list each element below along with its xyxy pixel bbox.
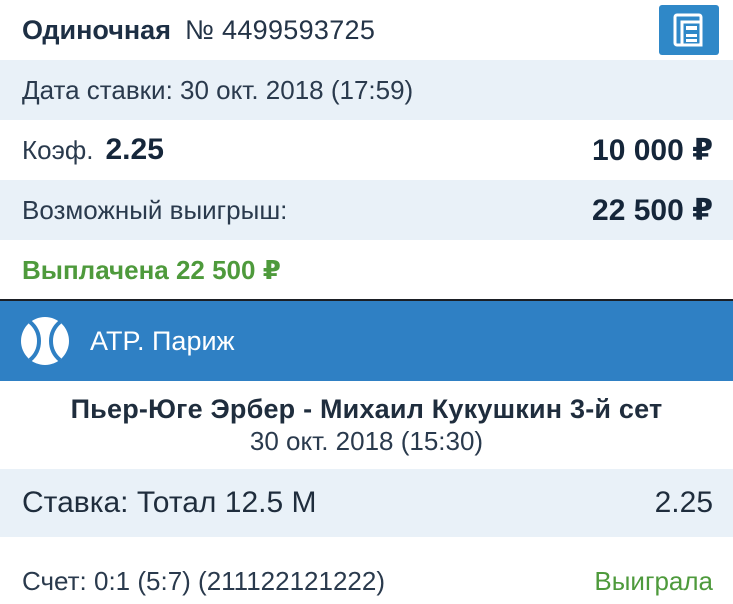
match-info: Пьер-Юге Эрбер - Михаил Кукушкин 3-й сет… bbox=[0, 381, 733, 469]
possible-win-label: Возможный выигрыш: bbox=[22, 194, 288, 225]
match-name: Пьер-Юге Эрбер - Михаил Кукушкин 3-й сет bbox=[70, 394, 663, 424]
score-text: Счет: 0:1 (5:7) (211122121222) bbox=[22, 565, 386, 596]
coef-label: Коэф. bbox=[22, 135, 94, 165]
bet-date: Дата ставки: 30 окт. 2018 (17:59) bbox=[0, 60, 733, 120]
coef-group: Коэф. 2.25 bbox=[22, 133, 164, 167]
receipt-button[interactable] bbox=[659, 5, 719, 55]
bet-header: Одиночная № 4499593725 bbox=[0, 0, 733, 60]
tournament-name: ATP. Париж bbox=[90, 325, 235, 356]
match-date: 30 окт. 2018 (15:30) bbox=[249, 426, 484, 456]
possible-win-row: Возможный выигрыш: 22 500 ₽ bbox=[0, 180, 733, 240]
bet-header-title: Одиночная № 4499593725 bbox=[22, 15, 375, 46]
coef-row: Коэф. 2.25 10 000 ₽ bbox=[0, 120, 733, 180]
bet-type: Одиночная bbox=[22, 14, 171, 45]
outcome-row: Ставка: Тотал 12.5 М 2.25 bbox=[0, 469, 733, 537]
event-header[interactable]: ATP. Париж bbox=[0, 301, 733, 381]
outcome-label: Ставка: Тотал 12.5 М bbox=[22, 486, 317, 519]
possible-win-value: 22 500 ₽ bbox=[592, 193, 713, 227]
result-badge: Выиграла bbox=[594, 565, 713, 596]
score-row: Счет: 0:1 (5:7) (211122121222) Выиграла bbox=[0, 551, 733, 604]
receipt-icon bbox=[673, 13, 703, 47]
tennis-ball-icon bbox=[21, 317, 69, 365]
bet-card: Одиночная № 4499593725 Дата ставки: 30 о… bbox=[0, 0, 733, 604]
stake-amount: 10 000 ₽ bbox=[592, 133, 713, 167]
coef-value: 2.25 bbox=[105, 133, 164, 166]
bet-number: № 4499593725 bbox=[184, 14, 376, 45]
paid-status: Выплачена 22 500 ₽ bbox=[0, 240, 733, 300]
outcome-coef: 2.25 bbox=[654, 486, 713, 519]
